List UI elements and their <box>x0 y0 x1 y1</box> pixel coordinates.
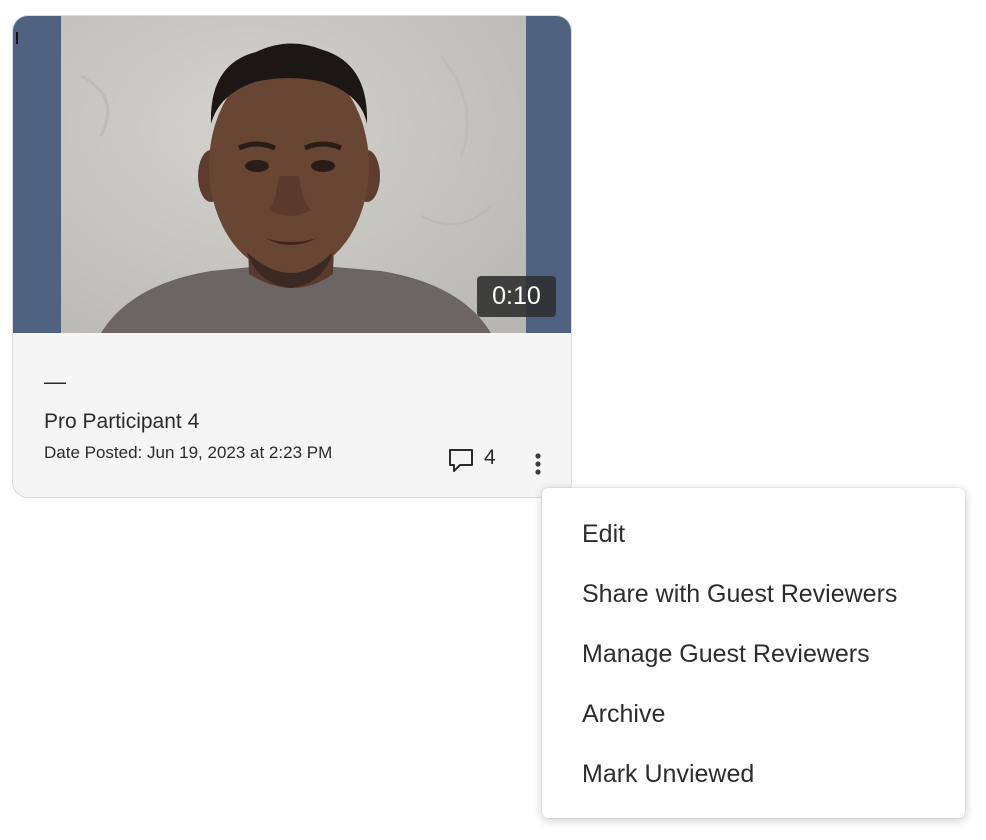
participant-name[interactable]: Pro Participant 4 <box>44 409 199 435</box>
page: 0:10 — Pro Participant 4 Date Posted: Ju… <box>0 0 986 840</box>
video-frame-image <box>61 16 526 333</box>
participant-portrait-image <box>80 43 492 333</box>
menu-item-edit[interactable]: Edit <box>542 504 965 564</box>
thumbnail-marker <box>16 32 18 44</box>
options-menu: Edit Share with Guest Reviewers Manage G… <box>542 488 965 818</box>
video-duration-badge: 0:10 <box>477 276 556 317</box>
date-posted: Date Posted: Jun 19, 2023 at 2:23 PM <box>44 443 333 462</box>
menu-item-mark-unviewed[interactable]: Mark Unviewed <box>542 744 965 804</box>
more-options-button[interactable] <box>527 449 549 479</box>
video-title: — <box>44 369 66 394</box>
menu-item-share-with-guest-reviewers[interactable]: Share with Guest Reviewers <box>542 564 965 624</box>
menu-item-manage-guest-reviewers[interactable]: Manage Guest Reviewers <box>542 624 965 684</box>
menu-item-archive[interactable]: Archive <box>542 684 965 744</box>
more-vertical-icon <box>535 453 541 475</box>
video-card[interactable]: 0:10 — Pro Participant 4 Date Posted: Ju… <box>12 15 572 498</box>
comment-count: 4 <box>484 446 496 469</box>
comment-icon <box>449 449 473 472</box>
comments-button[interactable]: 4 <box>447 446 496 480</box>
video-thumbnail[interactable]: 0:10 <box>13 16 571 333</box>
